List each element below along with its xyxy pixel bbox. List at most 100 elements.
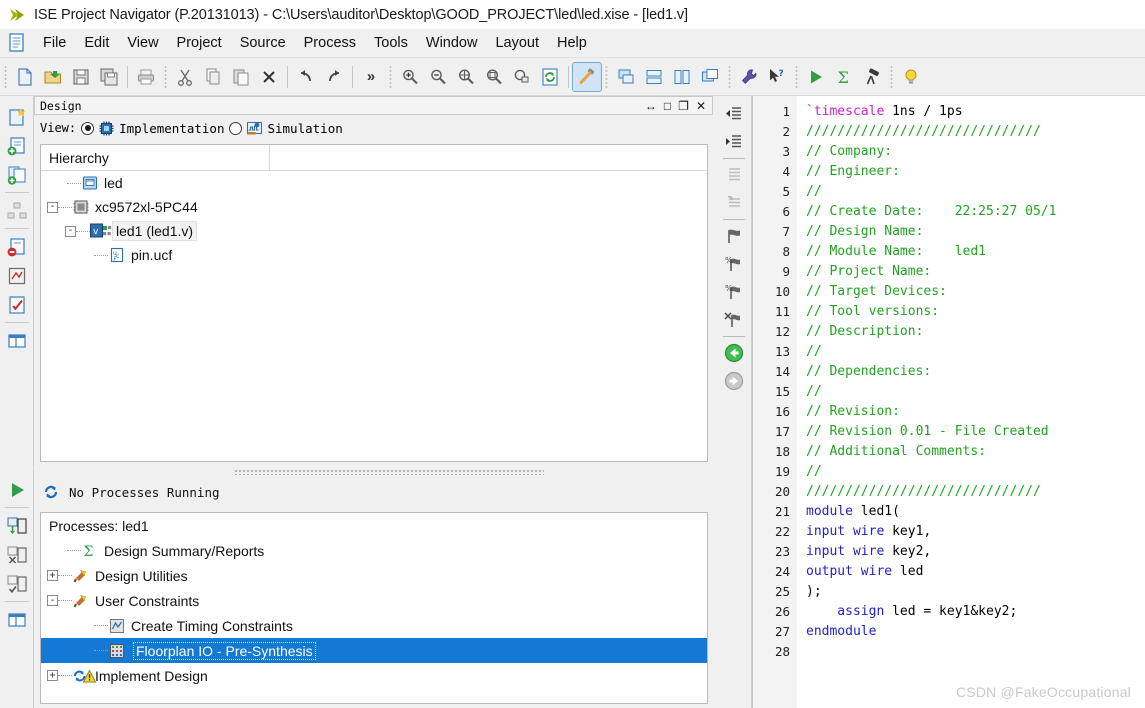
copy-icon[interactable] [199, 63, 227, 91]
code-line[interactable]: input wire key2, [806, 542, 1145, 562]
toolbar-grip[interactable] [4, 64, 7, 89]
process-row-user-constraints[interactable]: - User Constraints [41, 588, 707, 613]
hierarchy-row-pinucf[interactable]: u c F pin.ucf [41, 243, 707, 267]
remove-source-icon[interactable] [3, 232, 31, 261]
print-icon[interactable] [132, 63, 160, 91]
wrench-icon[interactable] [735, 63, 763, 91]
build-hammer-icon[interactable] [572, 61, 602, 92]
run-play-icon[interactable] [802, 63, 830, 91]
code-line[interactable]: // Project Name: [806, 262, 1145, 282]
code-line[interactable]: // Dependencies: [806, 362, 1145, 382]
code-editor[interactable]: 1 2 3 4 5 6 7 8 9 10 11 12 13 14 15 16 17 18 19 20 21 22 23 24 2… [753, 96, 1145, 708]
process-row-floorplan-io[interactable]: Floorplan IO - Pre-Synthesis [41, 638, 707, 663]
telescope-icon[interactable] [858, 63, 886, 91]
zoom-region-icon[interactable] [508, 63, 536, 91]
code-line[interactable]: // Description: [806, 322, 1145, 342]
hierarchy-row-device[interactable]: - xc9572xl-5PC44 [41, 195, 707, 219]
outdent-icon[interactable] [720, 100, 748, 128]
comment-lines-icon[interactable] [720, 161, 748, 189]
float-window-icon[interactable] [696, 63, 724, 91]
hierarchy-expander-device[interactable]: - [47, 201, 58, 213]
code-line[interactable] [806, 642, 1145, 662]
rerun-all-icon[interactable] [3, 540, 31, 569]
code-line[interactable]: // Design Name: [806, 222, 1145, 242]
toolbar-grip-5[interactable] [728, 64, 731, 89]
design-properties-icon[interactable] [3, 290, 31, 319]
menu-tools[interactable]: Tools [365, 32, 417, 54]
save-all-icon[interactable] [95, 63, 123, 91]
chevron-overflow-icon[interactable]: » [357, 63, 385, 91]
menu-process[interactable]: Process [295, 32, 365, 54]
toolbar-grip-6[interactable] [795, 64, 798, 89]
code-line[interactable]: ////////////////////////////// [806, 122, 1145, 142]
stop-process-icon[interactable] [3, 569, 31, 598]
help-pointer-icon[interactable]: ? [763, 63, 791, 91]
code-line[interactable]: // [806, 182, 1145, 202]
lightbulb-icon[interactable] [897, 63, 925, 91]
toolbar-grip-4[interactable] [605, 64, 608, 89]
code-line[interactable]: // [806, 462, 1145, 482]
code-line[interactable]: // Additional Comments: [806, 442, 1145, 462]
code-line[interactable]: // Company: [806, 142, 1145, 162]
zoom-out-icon[interactable] [424, 63, 452, 91]
clear-bookmarks-icon[interactable] [720, 306, 748, 334]
code-content[interactable]: `timescale 1ns / 1ps////////////////////… [797, 96, 1145, 708]
menu-file[interactable]: File [34, 32, 75, 54]
toolbar-grip-2[interactable] [164, 64, 167, 89]
process-row-design-summary[interactable]: Σ Design Summary/Reports [41, 538, 707, 563]
run-play-icon[interactable] [3, 475, 31, 504]
code-line[interactable]: endmodule [806, 622, 1145, 642]
code-line[interactable]: `timescale 1ns / 1ps [806, 102, 1145, 122]
code-line[interactable]: // Revision: [806, 402, 1145, 422]
process-expander-user-constraints[interactable]: - [47, 595, 58, 606]
restore-icon[interactable]: ❐ [678, 100, 689, 112]
menu-source[interactable]: Source [231, 32, 295, 54]
indent-icon[interactable] [720, 128, 748, 156]
undo-icon[interactable] [292, 63, 320, 91]
menu-edit[interactable]: Edit [75, 32, 118, 54]
code-line[interactable]: module led1( [806, 502, 1145, 522]
close-icon[interactable]: ✕ [696, 100, 706, 112]
paste-icon[interactable] [227, 63, 255, 91]
implementation-radio[interactable] [81, 121, 95, 135]
refresh-icon[interactable] [536, 63, 564, 91]
code-line[interactable]: input wire key1, [806, 522, 1145, 542]
delete-icon[interactable] [255, 63, 283, 91]
hierarchy-expander-led1[interactable]: - [65, 225, 76, 237]
panel-splitter[interactable] [234, 469, 544, 475]
add-copy-source-icon[interactable] [3, 160, 31, 189]
code-line[interactable]: // [806, 382, 1145, 402]
process-row-implement-design[interactable]: + Implement Design [41, 663, 707, 688]
toggle-panel-icon[interactable] [3, 326, 31, 355]
code-line[interactable]: output wire led [806, 562, 1145, 582]
process-expander-design-utilities[interactable]: + [47, 570, 58, 581]
open-folder-icon[interactable] [39, 63, 67, 91]
hierarchy-row-led1[interactable]: - v led1 (led1.v) [41, 219, 707, 243]
save-icon[interactable] [67, 63, 95, 91]
toggle-bookmark-icon[interactable] [720, 222, 748, 250]
toggle-panel-icon[interactable] [3, 605, 31, 634]
resize-arrows-icon[interactable]: ↔ [645, 100, 657, 112]
simulation-radio[interactable] [229, 121, 243, 135]
zoom-fit-icon[interactable] [452, 63, 480, 91]
code-line[interactable]: // Tool versions: [806, 302, 1145, 322]
uncomment-lines-icon[interactable] [720, 189, 748, 217]
menu-layout[interactable]: Layout [486, 32, 548, 54]
tile-horizontally-icon[interactable] [640, 63, 668, 91]
code-line[interactable]: ////////////////////////////// [806, 482, 1145, 502]
add-source-icon[interactable] [3, 131, 31, 160]
new-file-icon[interactable] [11, 63, 39, 91]
maximize-icon[interactable]: □ [664, 100, 671, 112]
zoom-in-icon[interactable] [396, 63, 424, 91]
cascade-windows-icon[interactable] [612, 63, 640, 91]
sigma-icon[interactable]: Σ [830, 63, 858, 91]
toolbar-grip-3[interactable] [389, 64, 392, 89]
menu-window[interactable]: Window [417, 32, 487, 54]
menu-project[interactable]: Project [168, 32, 231, 54]
redo-icon[interactable] [320, 63, 348, 91]
previous-bookmark-icon[interactable]: % [720, 278, 748, 306]
new-source-icon[interactable] [3, 102, 31, 131]
code-line[interactable]: assign led = key1&key2; [806, 602, 1145, 622]
back-arrow-icon[interactable] [720, 339, 748, 367]
next-bookmark-icon[interactable]: % [720, 250, 748, 278]
